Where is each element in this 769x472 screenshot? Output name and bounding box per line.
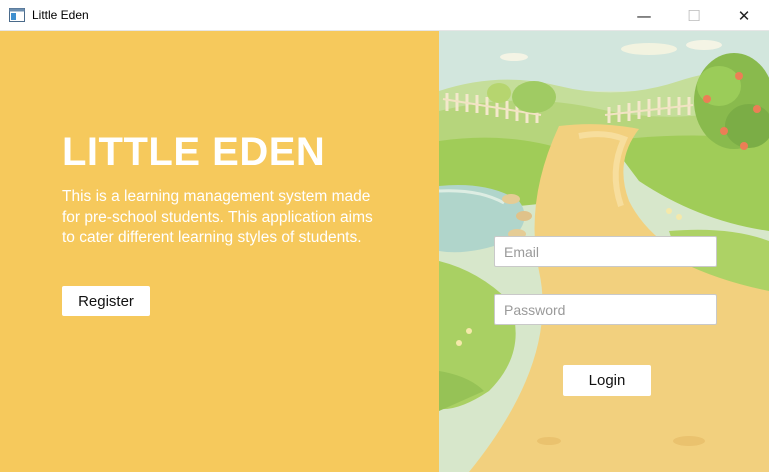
minimize-button[interactable]: — [621, 0, 667, 31]
password-field[interactable] [494, 294, 717, 325]
app-heading: LITTLE EDEN [62, 130, 326, 174]
login-button[interactable]: Login [563, 365, 651, 396]
title-bar: Little Eden — ☐ ✕ [0, 0, 769, 31]
app-icon [9, 8, 25, 22]
maximize-button[interactable]: ☐ [671, 0, 717, 31]
email-field[interactable] [494, 236, 717, 267]
close-button[interactable]: ✕ [721, 0, 767, 31]
register-button[interactable]: Register [62, 286, 150, 316]
app-description: This is a learning management system mad… [62, 188, 373, 246]
intro-panel [0, 31, 439, 472]
window-title: Little Eden [32, 8, 89, 22]
